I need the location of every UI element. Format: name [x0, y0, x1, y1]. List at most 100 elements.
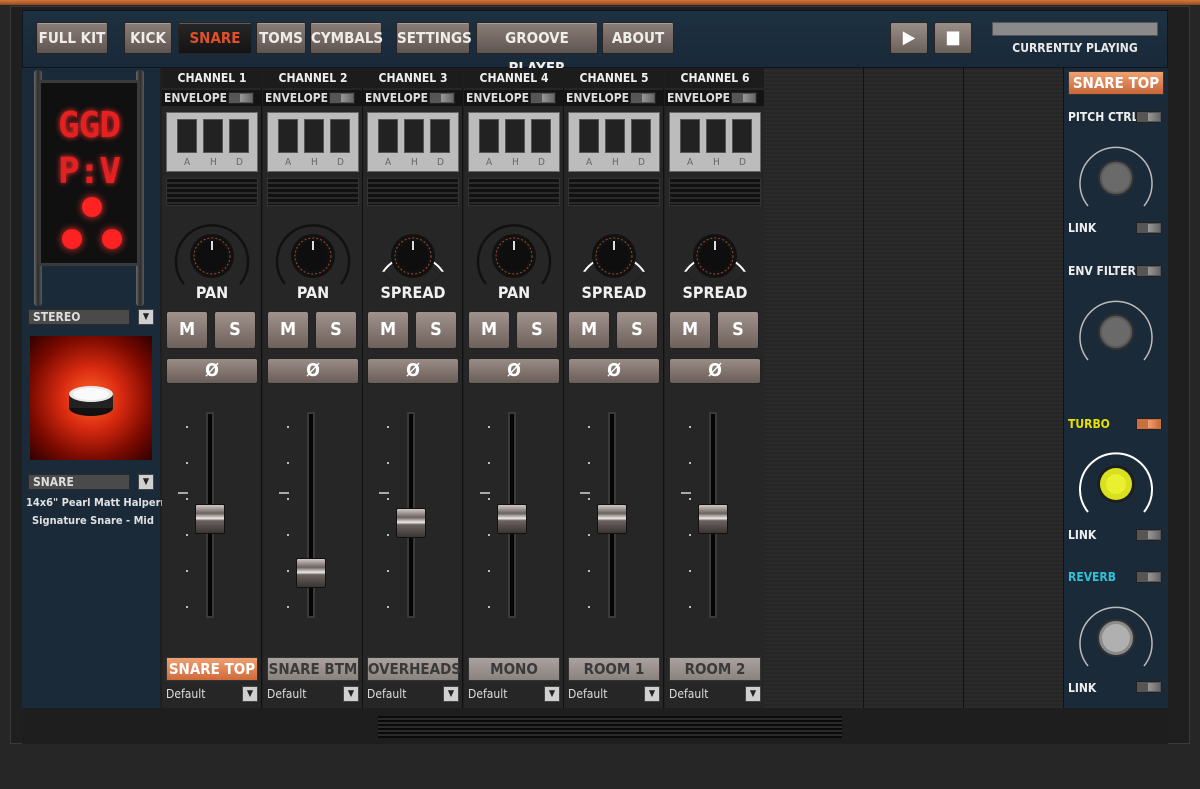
- instrument-description: 14x6" Pearl Matt Halpern: [26, 496, 168, 509]
- env-filter-toggle[interactable]: [1136, 265, 1162, 277]
- knob-label: PAN: [296, 283, 330, 302]
- envelope-toggle[interactable]: [329, 92, 355, 104]
- solo-button[interactable]: S: [717, 311, 759, 349]
- decay-slot[interactable]: [732, 119, 752, 153]
- unity-mark: [279, 492, 289, 494]
- mute-button[interactable]: M: [568, 311, 610, 349]
- channel-name-button[interactable]: ROOM 2: [669, 657, 761, 681]
- chevron-down-icon[interactable]: ▼: [343, 686, 359, 702]
- env-filter-knob[interactable]: [1074, 290, 1158, 374]
- turbo-toggle[interactable]: [1136, 418, 1162, 430]
- phase-invert-button[interactable]: Ø: [468, 358, 560, 384]
- attack-slot[interactable]: [479, 119, 499, 153]
- phase-invert-button[interactable]: Ø: [267, 358, 359, 384]
- channel-name-button[interactable]: ROOM 1: [568, 657, 660, 681]
- reverb-knob[interactable]: [1074, 596, 1158, 680]
- envelope-ahd-display: AHD: [468, 112, 560, 172]
- link-label-3: LINK: [1068, 681, 1097, 695]
- link-toggle-3[interactable]: [1136, 681, 1162, 693]
- chevron-down-icon[interactable]: ▼: [644, 686, 660, 702]
- phase-invert-button[interactable]: Ø: [166, 358, 258, 384]
- hold-slot[interactable]: [203, 119, 223, 153]
- chevron-down-icon[interactable]: ▼: [138, 474, 154, 490]
- knob-label: PAN: [497, 283, 531, 302]
- meter-grill: [267, 178, 359, 206]
- link-toggle-1[interactable]: [1136, 222, 1162, 234]
- chevron-down-icon[interactable]: ▼: [544, 686, 560, 702]
- tab-kick[interactable]: KICK: [124, 22, 172, 54]
- hold-slot[interactable]: [505, 119, 525, 153]
- attack-slot[interactable]: [177, 119, 197, 153]
- fader-tick: [387, 462, 389, 464]
- volume-fader[interactable]: [597, 504, 627, 534]
- hold-slot[interactable]: [605, 119, 625, 153]
- envelope-toggle[interactable]: [228, 92, 254, 104]
- selected-channel-button[interactable]: SNARE TOP: [1068, 71, 1164, 95]
- volume-fader[interactable]: [396, 508, 426, 538]
- tab-about[interactable]: ABOUT: [602, 22, 674, 54]
- channel-name-button[interactable]: OVERHEADS: [367, 657, 461, 681]
- mute-button[interactable]: M: [367, 311, 409, 349]
- tab-groove-player[interactable]: GROOVE PLAYER: [476, 22, 598, 77]
- solo-button[interactable]: S: [616, 311, 658, 349]
- solo-button[interactable]: S: [214, 311, 256, 349]
- attack-slot[interactable]: [378, 119, 398, 153]
- solo-button[interactable]: S: [415, 311, 457, 349]
- chevron-down-icon[interactable]: ▼: [138, 309, 154, 325]
- attack-slot[interactable]: [278, 119, 298, 153]
- envelope-toggle[interactable]: [630, 92, 656, 104]
- output-select[interactable]: STEREO: [28, 309, 130, 325]
- volume-fader[interactable]: [195, 504, 225, 534]
- hold-slot[interactable]: [404, 119, 424, 153]
- envelope-toggle[interactable]: [530, 92, 556, 104]
- decay-slot[interactable]: [330, 119, 350, 153]
- volume-fader[interactable]: [497, 504, 527, 534]
- link-toggle-2[interactable]: [1136, 529, 1162, 541]
- attack-label: A: [687, 157, 694, 168]
- decay-slot[interactable]: [531, 119, 551, 153]
- chevron-down-icon[interactable]: ▼: [745, 686, 761, 702]
- decay-slot[interactable]: [430, 119, 450, 153]
- tab-snare[interactable]: SNARE: [178, 22, 252, 54]
- tab-settings[interactable]: SETTINGS: [396, 22, 472, 54]
- pitch-knob[interactable]: [1074, 136, 1158, 220]
- mute-button[interactable]: M: [669, 311, 711, 349]
- mute-button[interactable]: M: [468, 311, 510, 349]
- now-playing-display: [992, 22, 1158, 36]
- chevron-down-icon[interactable]: ▼: [242, 686, 258, 702]
- hold-slot[interactable]: [304, 119, 324, 153]
- solo-button[interactable]: S: [315, 311, 357, 349]
- play-button[interactable]: ▶: [890, 22, 928, 54]
- fader-tick: [387, 570, 389, 572]
- decay-slot[interactable]: [229, 119, 249, 153]
- reverb-toggle[interactable]: [1136, 571, 1162, 583]
- phase-invert-button[interactable]: Ø: [568, 358, 660, 384]
- attack-slot[interactable]: [579, 119, 599, 153]
- volume-fader[interactable]: [296, 558, 326, 588]
- solo-button[interactable]: S: [516, 311, 558, 349]
- attack-slot[interactable]: [680, 119, 700, 153]
- decay-label: D: [236, 157, 243, 168]
- tab-cymbals[interactable]: CYMBALS: [310, 22, 383, 54]
- tab-full-kit[interactable]: FULL KIT: [36, 22, 108, 54]
- fader-tick: [488, 498, 490, 500]
- chevron-down-icon[interactable]: ▼: [443, 686, 459, 702]
- tab-toms[interactable]: TOMS: [256, 22, 306, 54]
- turbo-knob[interactable]: [1074, 442, 1158, 526]
- channel-name-button[interactable]: SNARE BTM: [267, 657, 359, 681]
- phase-invert-button[interactable]: Ø: [669, 358, 761, 384]
- stop-button[interactable]: ■: [934, 22, 972, 54]
- pitch-ctrl-toggle[interactable]: [1136, 111, 1162, 123]
- channel-name-button[interactable]: MONO: [468, 657, 560, 681]
- channel-name-button[interactable]: SNARE TOP: [166, 657, 258, 681]
- hold-slot[interactable]: [706, 119, 726, 153]
- envelope-toggle[interactable]: [731, 92, 757, 104]
- mute-button[interactable]: M: [166, 311, 208, 349]
- volume-fader[interactable]: [698, 504, 728, 534]
- phase-invert-button[interactable]: Ø: [367, 358, 459, 384]
- mute-button[interactable]: M: [267, 311, 309, 349]
- fader-tick: [287, 570, 289, 572]
- envelope-toggle[interactable]: [429, 92, 455, 104]
- decay-slot[interactable]: [631, 119, 651, 153]
- instrument-select[interactable]: SNARE: [28, 474, 130, 490]
